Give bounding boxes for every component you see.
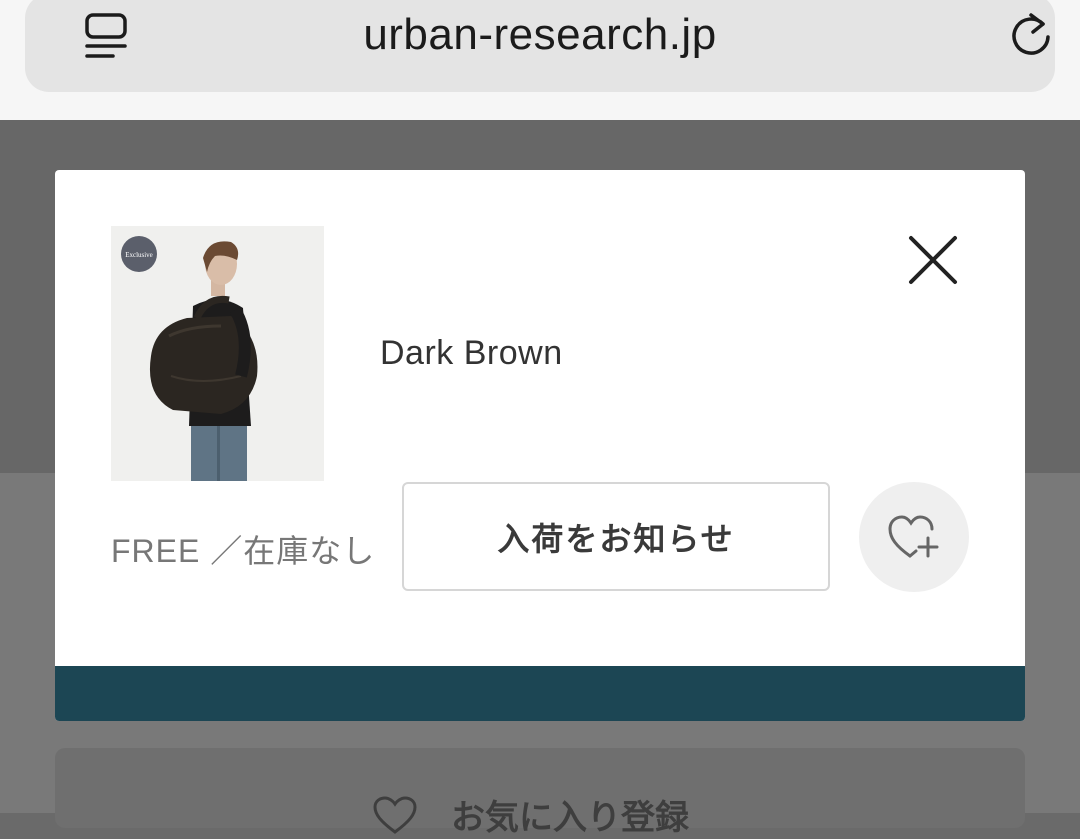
modal-footer-bar [55, 666, 1025, 721]
restock-notify-button[interactable]: 入荷をお知らせ [402, 482, 830, 591]
reload-icon[interactable] [1005, 10, 1057, 62]
notify-modal: Exclusive Dark Brown FREE ／在庫なし 入荷をお知らせ [55, 170, 1025, 721]
exclusive-badge: Exclusive [125, 251, 153, 259]
background-favorite-label: お気に入り登録 [451, 799, 689, 837]
browser-toolbar: urban-research.jp [0, 0, 1080, 120]
url-text[interactable]: urban-research.jp [25, 10, 1055, 60]
close-icon[interactable] [905, 232, 961, 288]
heart-plus-icon [888, 515, 939, 558]
add-favorite-button[interactable] [859, 482, 969, 592]
product-color-name: Dark Brown [380, 334, 563, 372]
address-bar[interactable]: urban-research.jp [25, 0, 1055, 92]
product-image: Exclusive [111, 226, 324, 481]
size-stock-status: FREE ／在庫なし [111, 533, 376, 569]
